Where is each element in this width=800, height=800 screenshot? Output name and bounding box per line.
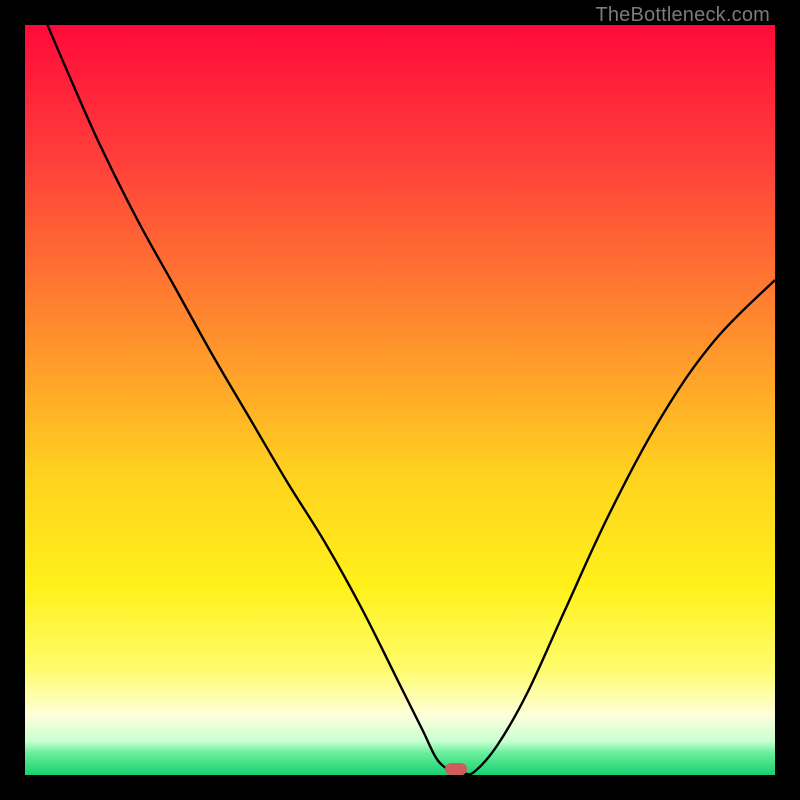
optimum-marker <box>445 763 467 775</box>
curve-layer <box>25 25 775 775</box>
plot-area <box>25 25 775 775</box>
bottleneck-curve <box>48 25 776 774</box>
chart-frame: TheBottleneck.com <box>0 0 800 800</box>
watermark-text: TheBottleneck.com <box>595 4 770 27</box>
